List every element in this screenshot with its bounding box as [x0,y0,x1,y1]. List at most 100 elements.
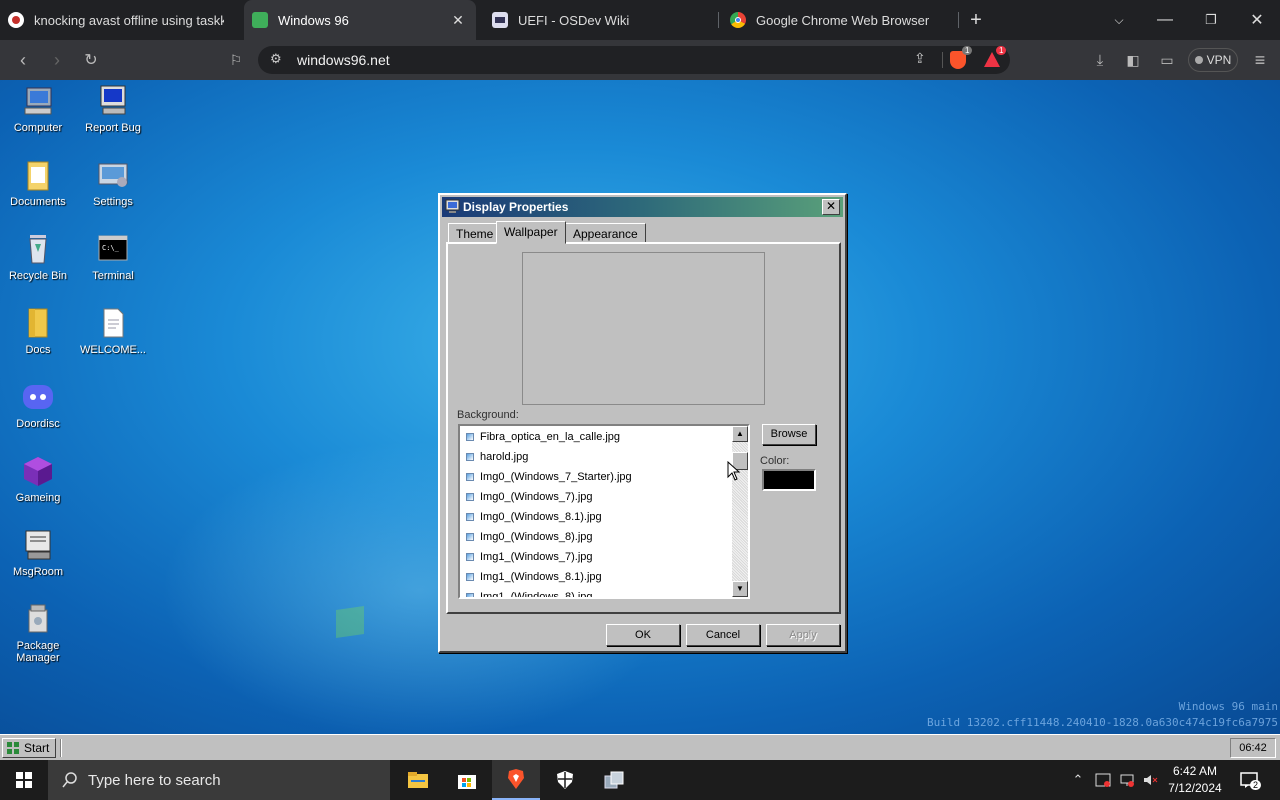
list-item[interactable]: Img0_(Windows_8).jpg [466,527,593,547]
tab-uefi[interactable]: UEFI - OSDev Wiki [492,0,712,40]
icon-label: Recycle Bin [8,270,68,282]
dialog-title: Display Properties [463,200,569,214]
reload-icon[interactable]: ↻ [79,48,103,72]
desktop-icon-computer[interactable]: Computer [1,84,75,134]
color-swatch[interactable] [762,469,816,491]
notification-count: 2 [1250,780,1262,790]
list-scrollbar[interactable]: ▲ ▼ [732,426,748,597]
notifications-icon[interactable]: 2 [1236,760,1262,800]
doordisc-icon [21,380,55,414]
tab-title: UEFI - OSDev Wiki [518,12,630,28]
tab-wallpaper[interactable]: Wallpaper [496,221,566,244]
rewards-badge: 1 [996,46,1007,55]
list-item[interactable]: Img1_(Windows_8).jpg [466,587,593,599]
desktop-icon-docs[interactable]: Docs [1,306,75,356]
vpn-button[interactable]: VPN [1188,48,1238,72]
file-name: Img1_(Windows_8).jpg [480,591,593,599]
address-bar[interactable]: ⚙ windows96.net ⇪ 1 1 [258,46,1010,74]
virtual-machine-icon[interactable] [590,760,638,800]
taskbar-divider [60,739,62,757]
downloads-icon[interactable]: ⤓ [1088,48,1112,72]
shields-badge: 1 [962,46,973,55]
dialog-close-icon[interactable]: ✕ [822,199,840,215]
system-clock[interactable]: 6:42 AM 7/12/2024 [1160,763,1230,797]
dialog-titlebar[interactable]: Display Properties ✕ [442,197,843,217]
start-logo-icon [7,742,19,754]
menu-icon[interactable]: ≡ [1248,48,1272,72]
docs-folder-icon [21,306,55,340]
desktop-icon-documents[interactable]: Documents [1,158,75,208]
start-label: Start [24,741,50,755]
show-hidden-icons-chevron-icon[interactable]: ⌃ [1068,760,1088,800]
start-button[interactable]: Start [2,738,56,758]
restore-icon[interactable]: ❐ [1188,0,1234,40]
icon-label: MsgRoom [12,566,64,578]
taskbar-search-box[interactable]: Type here to search [48,760,390,800]
icon-label: Terminal [92,270,134,282]
apply-button[interactable]: Apply [766,624,840,646]
site-info-icon[interactable]: ⚙ [270,51,282,67]
desktop-icon-gameing[interactable]: Gameing [1,454,75,504]
scroll-up-icon[interactable]: ▲ [732,426,748,442]
new-tab-icon[interactable]: + [953,0,999,40]
file-name: Fibra_optica_en_la_calle.jpg [480,431,621,443]
text-file-icon [96,306,130,340]
network-icon[interactable] [1116,760,1138,800]
desktop-icon-terminal[interactable]: C:\_ Terminal [76,232,150,282]
browser-tab-bar: knocking avast offline using taskkill Wi… [0,0,1280,40]
list-item[interactable]: Img0_(Windows_8.1).jpg [466,507,602,527]
window-close-icon[interactable]: ✕ [1234,0,1280,40]
list-item[interactable]: Fibra_optica_en_la_calle.jpg [466,427,620,447]
vpn-status-icon [1194,56,1203,64]
security-shield-icon[interactable] [541,760,589,800]
tab-windows96[interactable]: Windows 96 ✕ [244,0,476,40]
microsoft-store-icon[interactable] [443,760,491,800]
brave-browser-icon[interactable] [492,760,540,800]
browse-button[interactable]: Browse [762,424,816,445]
background-file-list[interactable]: Fibra_optica_en_la_calle.jpg harold.jpg … [458,424,750,599]
report-bug-icon [96,84,130,118]
tab-avast[interactable]: knocking avast offline using taskkill [8,0,240,40]
forward-icon[interactable]: › [45,48,69,72]
documents-folder-icon [21,158,55,192]
cancel-button[interactable]: Cancel [686,624,760,646]
close-tab-icon[interactable]: ✕ [450,12,466,28]
ok-button[interactable]: OK [606,624,680,646]
tab-chrome[interactable]: Google Chrome Web Browser [730,0,950,40]
desktop-icon-settings[interactable]: Settings [76,158,150,208]
scroll-down-icon[interactable]: ▼ [732,581,748,597]
list-item[interactable]: Img0_(Windows_7_Starter).jpg [466,467,632,487]
list-item[interactable]: Img1_(Windows_8.1).jpg [466,567,602,587]
list-item[interactable]: Img1_(Windows_7).jpg [466,547,593,567]
desktop-icon-msgroom[interactable]: MsgRoom [1,528,75,578]
file-explorer-icon[interactable] [394,760,442,800]
windows-start-icon[interactable] [0,760,48,800]
tab-theme[interactable]: Theme [448,223,502,243]
tab-appearance[interactable]: Appearance [565,223,646,243]
wallet-icon[interactable]: ▭ [1155,48,1179,72]
list-item[interactable]: harold.jpg [466,447,528,467]
tray-app-icon[interactable] [1092,760,1114,800]
list-item[interactable]: Img0_(Windows_7).jpg [466,487,593,507]
osdev-favicon-icon [492,12,508,28]
file-name: Img1_(Windows_8.1).jpg [480,571,602,583]
icon-label: WELCOME... [79,344,146,356]
url-text[interactable]: windows96.net [297,52,390,68]
desktop-icon-welcome[interactable]: WELCOME... [76,306,150,356]
minimize-icon[interactable]: — [1142,0,1188,40]
sidebar-icon[interactable]: ◧ [1121,48,1145,72]
chrome-favicon-icon [730,12,746,28]
desktop-icon-doordisc[interactable]: Doordisc [1,380,75,430]
computer-icon [21,84,55,118]
desktop-icon-package-manager[interactable]: Package Manager [1,602,75,664]
tab-search-chevron-icon[interactable]: ⌵ [1096,0,1142,40]
back-icon[interactable]: ‹ [11,48,35,72]
share-icon[interactable]: ⇪ [914,50,926,67]
clock-date: 7/12/2024 [1168,781,1222,795]
icon-label: Report Bug [85,122,141,134]
desktop-icon-recycle-bin[interactable]: Recycle Bin [1,232,75,282]
volume-muted-icon[interactable] [1140,760,1160,800]
desktop-icon-report-bug[interactable]: Report Bug [76,84,150,134]
bookmark-icon[interactable]: ⚐ [224,48,248,72]
file-name: harold.jpg [480,451,529,463]
